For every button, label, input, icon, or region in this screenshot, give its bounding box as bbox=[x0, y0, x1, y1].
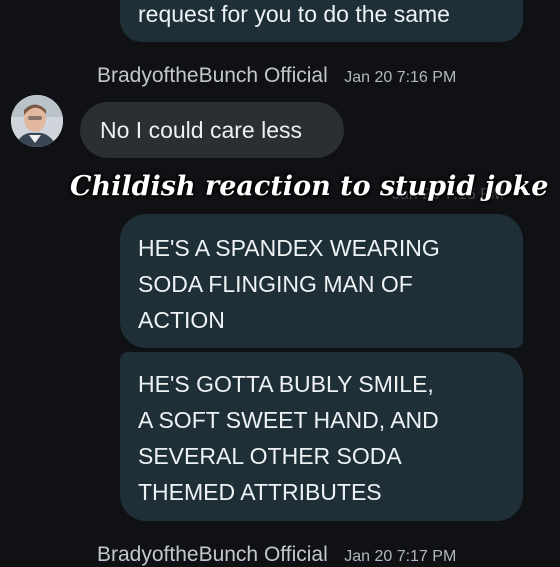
message-line: HE'S GOTTA BUBLY SMILE, bbox=[138, 371, 434, 397]
message-line: ACTION bbox=[138, 307, 225, 333]
message-sender-header: BradyoftheBunch Official Jan 20 7:17 PM bbox=[97, 543, 456, 567]
message-text: No I could care less bbox=[100, 117, 302, 143]
sender-name: BradyoftheBunch Official bbox=[97, 543, 328, 566]
avatar[interactable] bbox=[11, 95, 63, 147]
message-line: SODA FLINGING MAN OF bbox=[138, 271, 413, 297]
overlay-caption: Childish reaction to stupid joke bbox=[70, 171, 549, 202]
outgoing-message-bubble[interactable]: HE'S GOTTA BUBLY SMILE, A SOFT SWEET HAN… bbox=[120, 352, 523, 521]
message-sender-header: BradyoftheBunch Official Jan 20 7:16 PM bbox=[97, 64, 456, 88]
message-line: A SOFT SWEET HAND, AND bbox=[138, 407, 439, 433]
outgoing-message-bubble[interactable]: HE'S A SPANDEX WEARING SODA FLINGING MAN… bbox=[120, 214, 523, 348]
message-line: THEMED ATTRIBUTES bbox=[138, 479, 382, 505]
sender-name: BradyoftheBunch Official bbox=[97, 64, 328, 87]
message-timestamp: Jan 20 7:17 PM bbox=[344, 548, 457, 565]
message-text: request for you to do the same bbox=[138, 1, 450, 27]
message-line: SEVERAL OTHER SODA bbox=[138, 443, 402, 469]
outgoing-message-bubble-top[interactable]: request for you to do the same bbox=[120, 0, 523, 42]
profile-photo-icon bbox=[11, 95, 63, 147]
message-timestamp: Jan 20 7:16 PM bbox=[344, 69, 457, 86]
message-line: HE'S A SPANDEX WEARING bbox=[138, 235, 440, 261]
incoming-message-bubble[interactable]: No I could care less bbox=[80, 102, 344, 158]
